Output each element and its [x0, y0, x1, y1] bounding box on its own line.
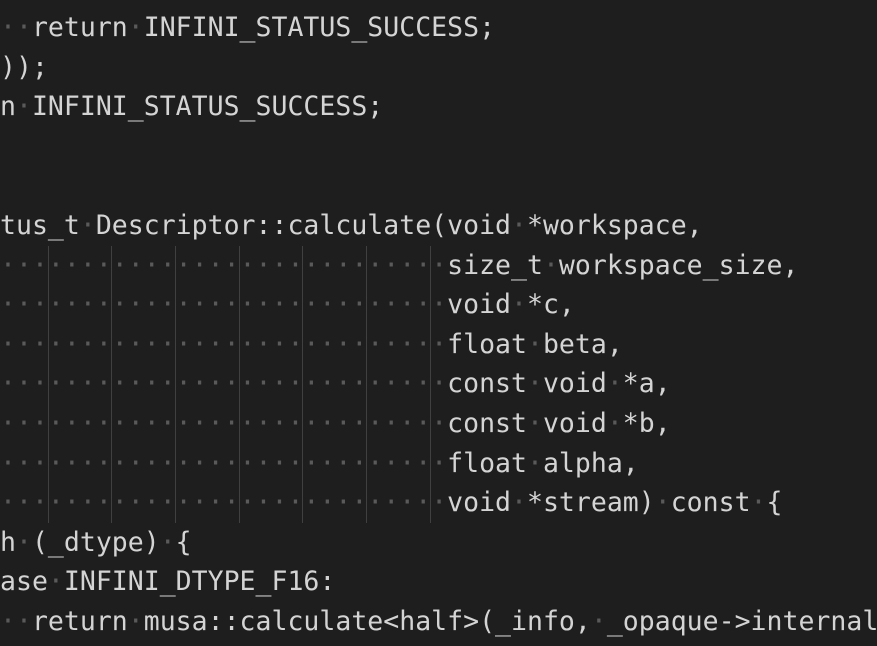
indent-guide	[175, 245, 176, 523]
code-line[interactable]: ··return·musa::calculate<half>(_info,·_o…	[0, 602, 877, 642]
indent-guide	[430, 245, 431, 523]
indent-guide	[302, 245, 303, 523]
code-line[interactable]: ··return·INFINI_STATUS_SUCCESS;	[0, 8, 495, 48]
code-line[interactable]: ····························const·void·*…	[0, 364, 671, 404]
indent-guide	[239, 245, 240, 523]
code-line[interactable]: ····························const·void·*…	[0, 404, 671, 444]
code-line[interactable]: ····························float·beta,	[0, 325, 623, 365]
code-line[interactable]: ····························size_t·works…	[0, 246, 798, 286]
code-line[interactable]: ····························void·*stream…	[0, 483, 782, 523]
indent-guide	[48, 245, 49, 523]
code-line[interactable]: ····························float·alpha,	[0, 444, 639, 484]
indent-guide	[111, 245, 112, 523]
code-line[interactable]: n·INFINI_STATUS_SUCCESS;	[0, 87, 383, 127]
code-editor[interactable]: ··return·INFINI_STATUS_SUCCESS;)); n·INFI…	[0, 0, 877, 646]
code-line[interactable]: ));	[0, 48, 48, 88]
code-line[interactable]: ····························void·*c,	[0, 285, 575, 325]
indent-guide	[366, 245, 367, 523]
code-line[interactable]: h·(_dtype)·{	[0, 523, 192, 563]
code-line[interactable]: ase·INFINI_DTYPE_F16:	[0, 562, 335, 602]
code-line[interactable]: tus_t·Descriptor::calculate(void·*worksp…	[0, 206, 703, 246]
